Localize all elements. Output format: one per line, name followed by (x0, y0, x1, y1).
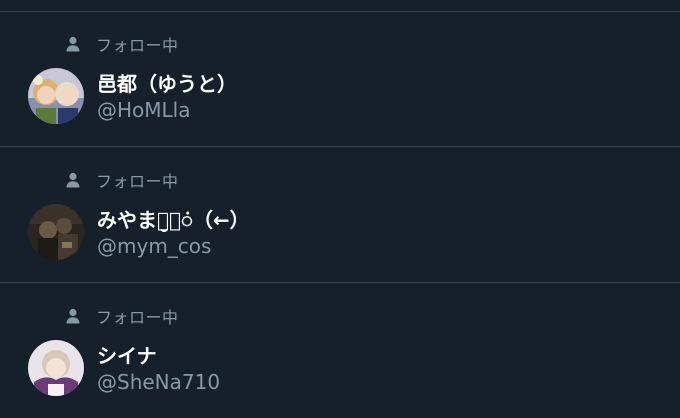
follow-status-label: フォロー中 (96, 308, 179, 327)
display-name[interactable]: みやまం̮ంं（←） (97, 204, 250, 233)
display-name[interactable]: 邑都（ゆうと） (97, 68, 237, 97)
list-item[interactable]: フォロー中 みやまం̮ంं（←） @mym_cos (0, 148, 680, 283)
follow-context: フォロー中 (64, 306, 179, 327)
user-handle[interactable]: @SheNa710 (97, 370, 220, 394)
follow-status-label: フォロー中 (96, 172, 179, 191)
follow-status-label: フォロー中 (96, 36, 179, 55)
person-icon (64, 35, 82, 53)
person-icon (64, 171, 82, 189)
user-handle[interactable]: @mym_cos (97, 234, 211, 258)
display-name[interactable]: シイナ (97, 340, 157, 369)
follow-context: フォロー中 (64, 170, 179, 191)
divider (0, 282, 680, 283)
avatar[interactable] (28, 204, 84, 260)
follow-context: フォロー中 (64, 34, 179, 55)
avatar[interactable] (28, 340, 84, 396)
avatar[interactable] (28, 68, 84, 124)
person-icon (64, 307, 82, 325)
user-handle[interactable]: @HoMLla (97, 98, 191, 122)
list-item[interactable]: フォロー中 シイナ @SheNa710 (0, 284, 680, 418)
divider (0, 146, 680, 147)
list-item[interactable]: フォロー中 邑都（ゆうと） @HoMLla (0, 12, 680, 147)
following-list-page: フォロー中 邑都（ゆうと） @HoMLla フォロー中 みやまం̮ంं（←） @… (0, 0, 680, 418)
